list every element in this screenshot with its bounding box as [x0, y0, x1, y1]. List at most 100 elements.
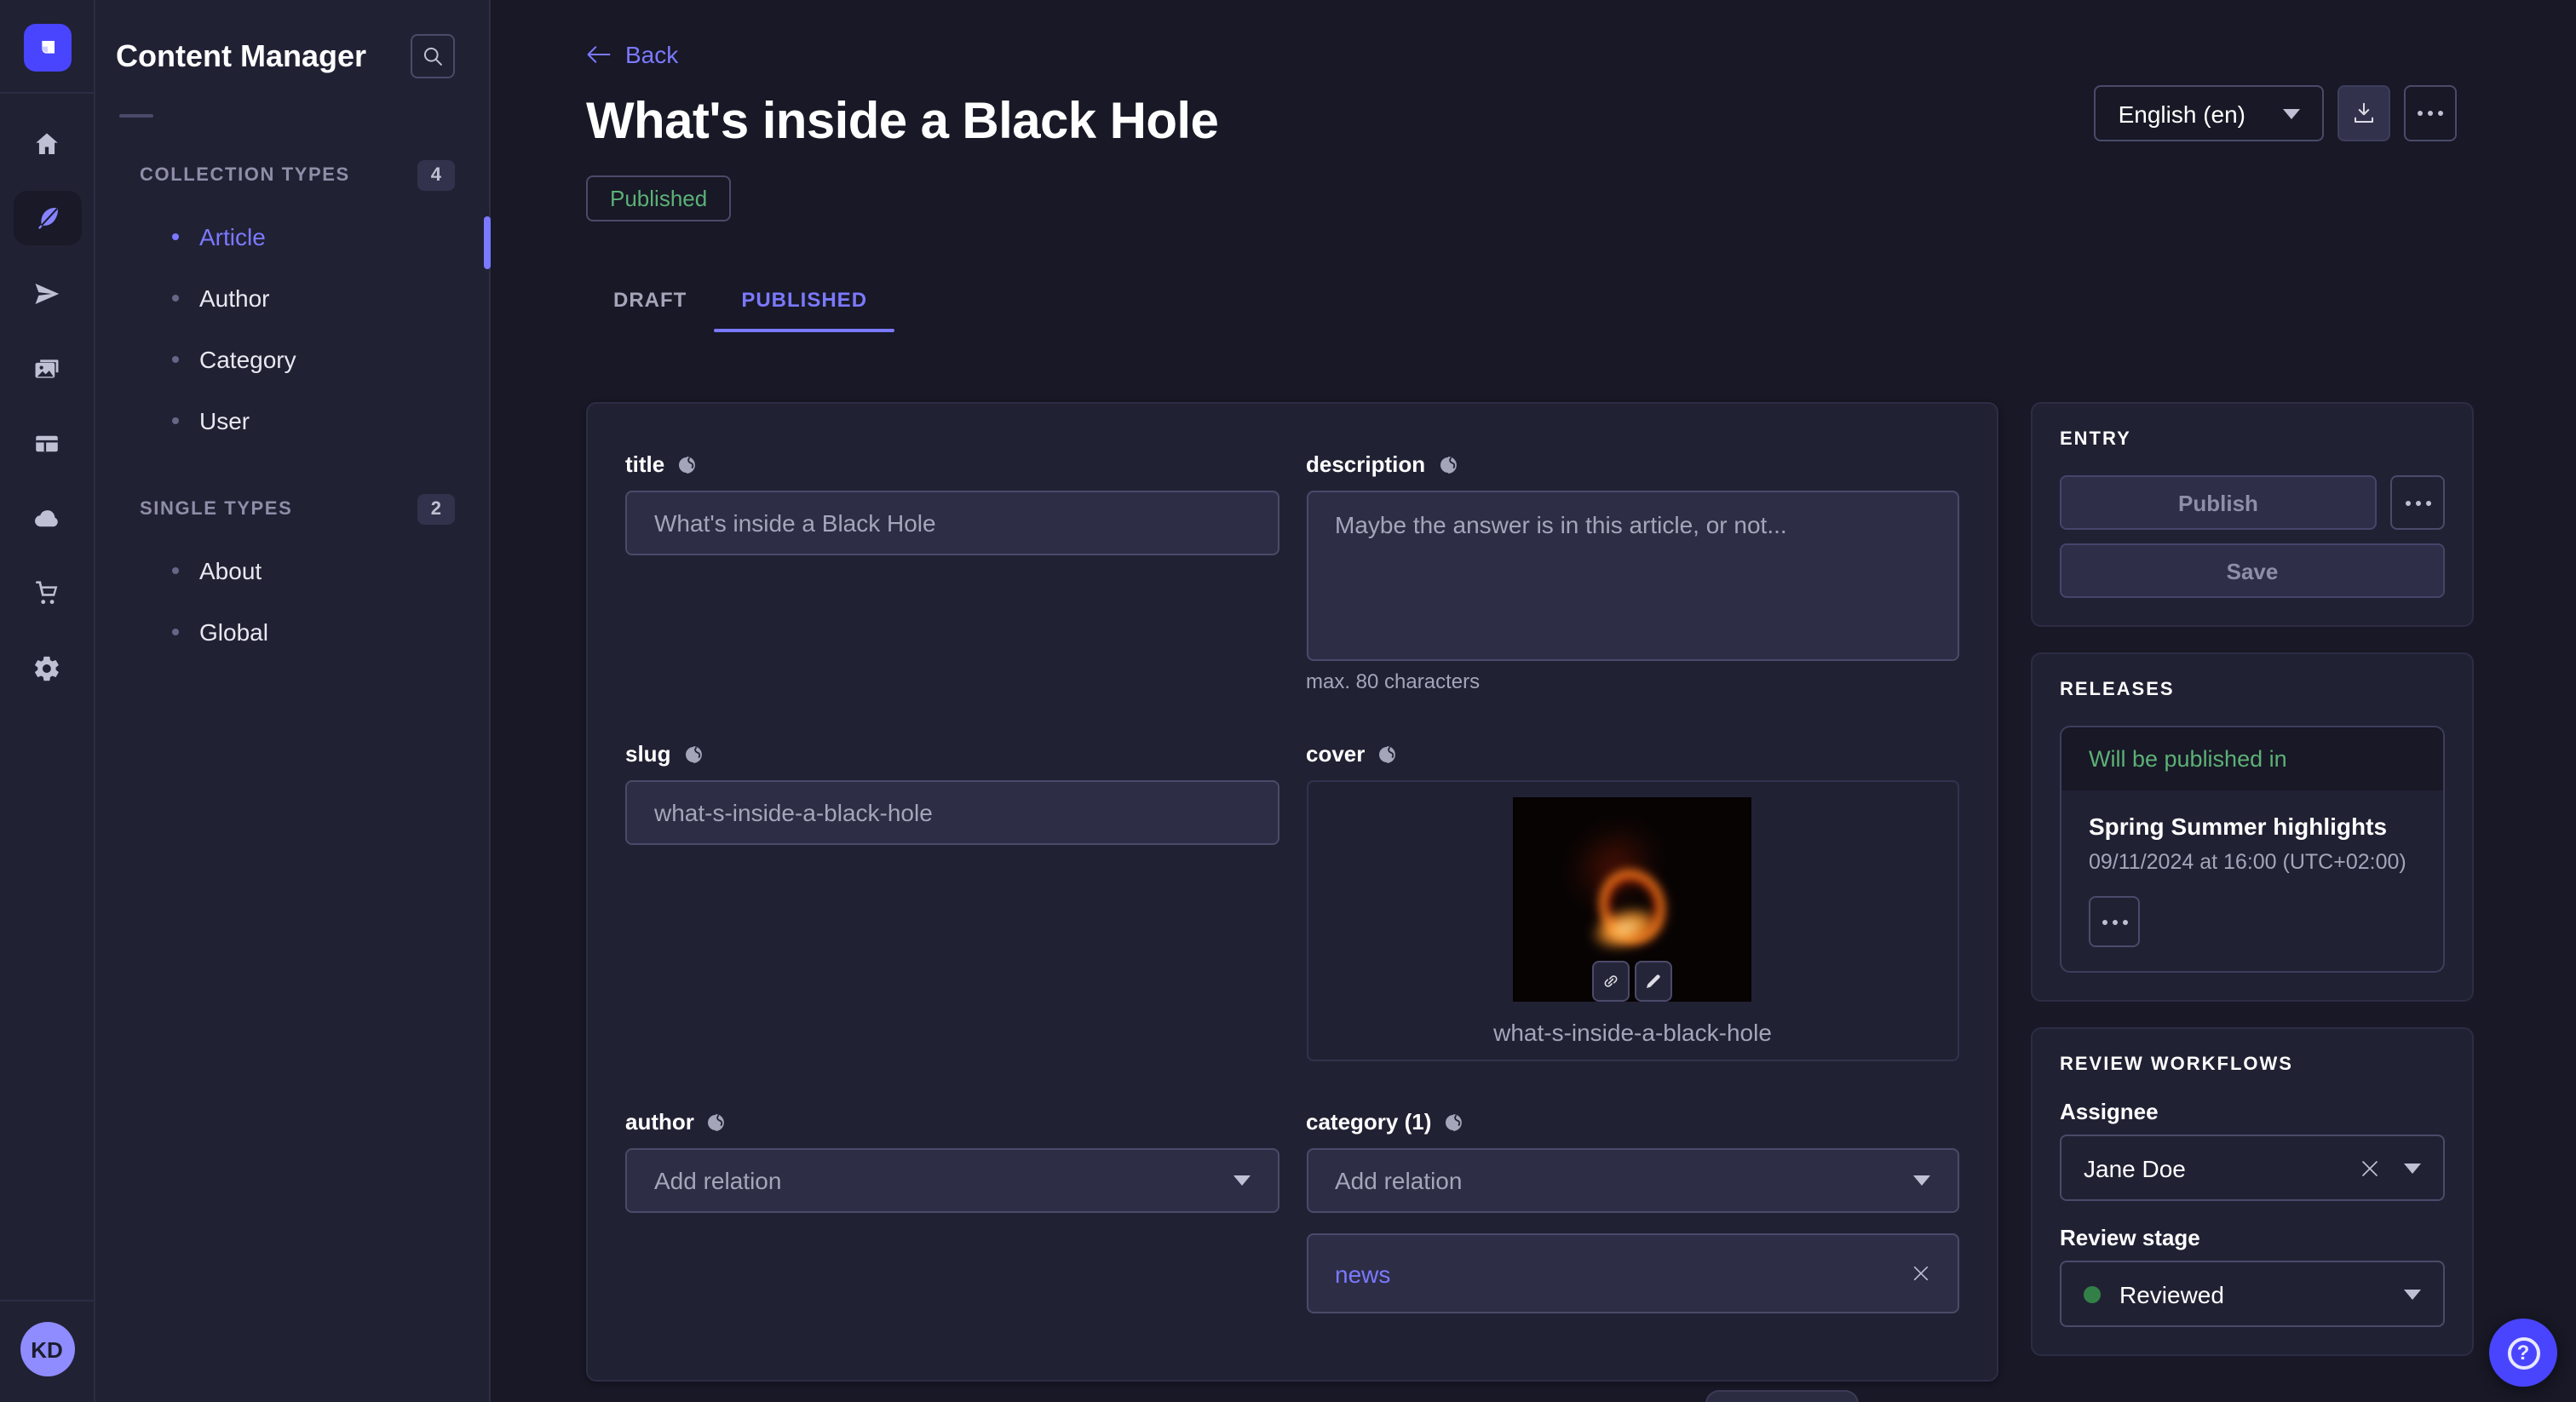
release-status: Will be published in	[2061, 727, 2443, 790]
bullet-icon	[172, 356, 179, 363]
download-button[interactable]	[2337, 85, 2390, 141]
question-mark-icon: ?	[2507, 1336, 2539, 1369]
globe-icon	[1437, 454, 1458, 474]
bullet-icon	[172, 233, 179, 240]
category-placeholder: Add relation	[1335, 1167, 1462, 1194]
back-label: Back	[625, 41, 678, 68]
cover-dropzone: what-s-inside-a-black-hole	[1306, 780, 1959, 1061]
field-slug: slug what-s-inside-a-black-hole	[625, 741, 1279, 1061]
locale-select[interactable]: English (en)	[2095, 85, 2324, 141]
media-library-icon[interactable]	[13, 341, 81, 395]
description-input[interactable]: Maybe the answer is in this article, or …	[1306, 491, 1959, 661]
link-icon	[1601, 971, 1622, 991]
field-title: title What's inside a Black Hole	[625, 451, 1279, 693]
arrow-left-icon	[586, 44, 612, 65]
nav-rail: KD	[0, 0, 95, 1402]
review-stage-value: Reviewed	[2119, 1280, 2404, 1307]
review-stage-select[interactable]: Reviewed	[2060, 1261, 2445, 1327]
sidebar-item-article[interactable]: Article	[116, 206, 455, 267]
clear-assignee-button[interactable]	[2360, 1158, 2380, 1178]
cloud-icon[interactable]	[13, 491, 81, 545]
assignee-label: Assignee	[2060, 1099, 2445, 1124]
bullet-icon	[172, 567, 179, 574]
assignee-value: Jane Doe	[2084, 1154, 2360, 1181]
single-types-list: About Global	[116, 540, 455, 663]
single-types-count: 2	[417, 494, 455, 525]
paper-plane-icon[interactable]	[13, 266, 81, 320]
release-name: Spring Summer highlights	[2089, 813, 2416, 840]
assignee-select[interactable]: Jane Doe	[2060, 1135, 2445, 1201]
strapi-logo-glyph	[33, 34, 60, 61]
ellipsis-icon	[2415, 500, 2420, 505]
clear-icon	[2360, 1158, 2380, 1178]
title-input[interactable]: What's inside a Black Hole	[625, 491, 1279, 555]
sidebar-title: Content Manager	[116, 38, 366, 74]
sidebar-item-user[interactable]: User	[116, 390, 455, 451]
more-actions-button[interactable]	[2404, 85, 2457, 141]
below-fold-card-edge	[1705, 1390, 1859, 1402]
remove-relation-icon[interactable]	[1912, 1264, 1930, 1283]
status-badge: Published	[586, 175, 731, 221]
sidebar-item-label: Global	[199, 618, 268, 646]
tab-draft[interactable]: DRAFT	[586, 276, 714, 332]
rail-divider	[0, 92, 94, 94]
chevron-down-icon	[2404, 1163, 2421, 1173]
category-relation-select[interactable]: Add relation	[1306, 1148, 1959, 1213]
author-relation-select[interactable]: Add relation	[625, 1148, 1279, 1213]
bullet-icon	[172, 295, 179, 302]
globe-icon	[1377, 744, 1397, 764]
help-button[interactable]: ?	[2489, 1319, 2557, 1387]
side-panels: ENTRY Publish Save RELEASES Will be publ…	[2031, 402, 2474, 1382]
entry-heading: ENTRY	[2060, 429, 2445, 450]
layout-icon[interactable]	[13, 416, 81, 470]
feather-icon[interactable]	[13, 191, 81, 245]
author-label: author	[625, 1109, 694, 1135]
content-manager-sidebar: Content Manager COLLECTION TYPES 4 Artic…	[95, 0, 491, 1402]
globe-icon	[682, 744, 703, 764]
publish-button[interactable]: Publish	[2060, 475, 2377, 530]
cover-label: cover	[1306, 741, 1365, 767]
strapi-logo[interactable]	[23, 24, 71, 72]
sidebar-item-global[interactable]: Global	[116, 601, 455, 663]
release-more-button[interactable]	[2089, 896, 2140, 947]
copy-link-button[interactable]	[1593, 961, 1630, 1002]
field-description: description Maybe the answer is in this …	[1306, 451, 1959, 693]
release-card: Will be published in Spring Summer highl…	[2060, 726, 2445, 973]
active-item-indicator	[484, 216, 491, 269]
chevron-down-icon	[2283, 108, 2300, 118]
release-date: 09/11/2024 at 16:00 (UTC+02:00)	[2089, 850, 2416, 874]
review-workflows-panel: REVIEW WORKFLOWS Assignee Jane Doe Revie…	[2031, 1027, 2474, 1356]
bullet-icon	[172, 417, 179, 424]
gear-icon[interactable]	[13, 641, 81, 695]
cart-icon[interactable]	[13, 566, 81, 620]
globe-icon	[1443, 1112, 1463, 1132]
entry-more-button[interactable]	[2390, 475, 2445, 530]
edit-image-button[interactable]	[1636, 961, 1673, 1002]
single-types-heading: SINGLE TYPES	[140, 499, 292, 520]
sidebar-item-about[interactable]: About	[116, 540, 455, 601]
tab-published[interactable]: PUBLISHED	[714, 276, 894, 332]
sidebar-item-label: User	[199, 407, 250, 434]
home-icon[interactable]	[13, 116, 81, 170]
sidebar-item-label: About	[199, 557, 262, 584]
locale-value: English (en)	[2119, 100, 2245, 127]
sidebar-item-category[interactable]: Category	[116, 329, 455, 390]
avatar[interactable]: KD	[20, 1322, 74, 1376]
back-link[interactable]: Back	[586, 41, 678, 68]
relation-link[interactable]: news	[1335, 1260, 1390, 1287]
sidebar-item-author[interactable]: Author	[116, 267, 455, 329]
globe-icon	[676, 454, 697, 474]
description-hint: max. 80 characters	[1306, 669, 1959, 693]
chevron-down-icon	[1233, 1175, 1250, 1186]
sidebar-item-label: Category	[199, 346, 296, 373]
cover-image[interactable]	[1514, 797, 1752, 1002]
entry-form-card: title What's inside a Black Hole descrip…	[586, 402, 1998, 1382]
save-button[interactable]: Save	[2060, 543, 2445, 598]
cover-actions	[1593, 961, 1673, 1002]
ellipsis-icon	[2428, 111, 2433, 116]
search-button[interactable]	[411, 34, 455, 78]
rail-bottom: KD	[0, 1300, 94, 1402]
header-actions: English (en)	[2095, 85, 2457, 141]
slug-input[interactable]: what-s-inside-a-black-hole	[625, 780, 1279, 845]
releases-heading: RELEASES	[2060, 680, 2445, 700]
